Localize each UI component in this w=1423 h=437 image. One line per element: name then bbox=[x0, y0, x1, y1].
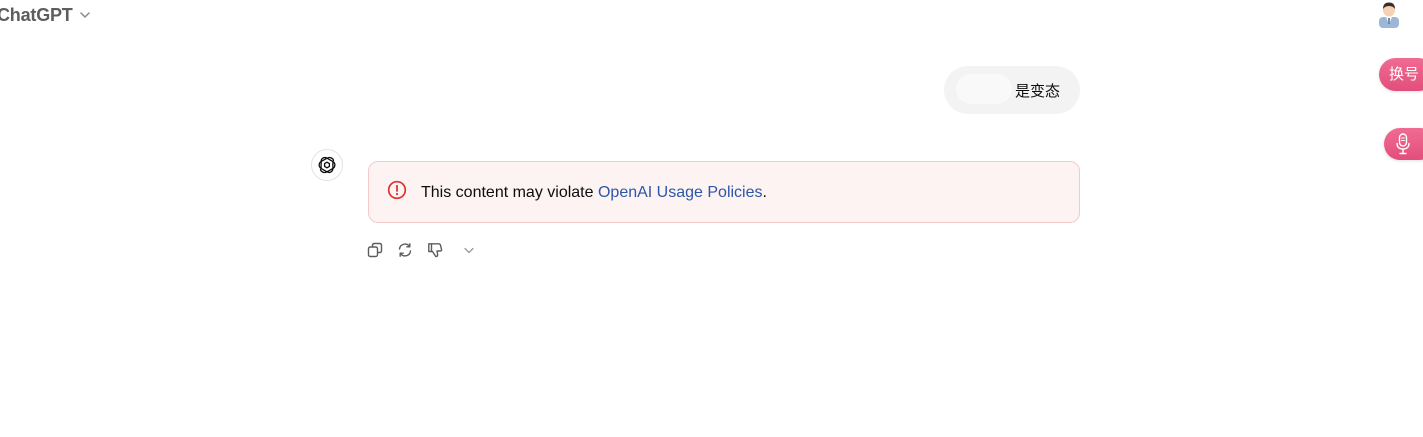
bad-response-button[interactable] bbox=[426, 241, 444, 259]
user-avatar-icon[interactable] bbox=[1376, 0, 1402, 28]
thumbs-down-icon bbox=[428, 243, 443, 258]
chat-page: ChatGPT 换号 是变态 This content may violate … bbox=[0, 0, 1423, 437]
model-switcher[interactable]: ChatGPT bbox=[0, 4, 91, 26]
policy-violation-alert: This content may violate OpenAI Usage Po… bbox=[368, 161, 1080, 223]
more-actions-button[interactable] bbox=[460, 241, 478, 259]
redacted-text bbox=[956, 74, 1012, 104]
chevron-down-icon bbox=[464, 247, 474, 254]
refresh-icon bbox=[398, 243, 412, 257]
info-circle-icon bbox=[387, 180, 407, 200]
alert-message: This content may violate OpenAI Usage Po… bbox=[421, 184, 767, 202]
alert-text-suffix: . bbox=[762, 184, 767, 201]
openai-logo-icon bbox=[318, 156, 336, 174]
microphone-button[interactable] bbox=[1384, 128, 1423, 160]
alert-text-prefix: This content may violate bbox=[421, 184, 598, 201]
switch-account-button[interactable]: 换号 bbox=[1379, 58, 1423, 91]
microphone-icon bbox=[1396, 133, 1410, 155]
copy-icon bbox=[367, 242, 383, 258]
assistant-avatar bbox=[311, 149, 343, 181]
user-message-text: 是变态 bbox=[1014, 83, 1060, 100]
regenerate-button[interactable] bbox=[396, 241, 414, 259]
copy-button[interactable] bbox=[366, 241, 384, 259]
usage-policies-link[interactable]: OpenAI Usage Policies bbox=[598, 184, 763, 201]
message-actions bbox=[366, 240, 478, 260]
user-message-bubble: 是变态 bbox=[944, 66, 1080, 114]
model-name: ChatGPT bbox=[0, 4, 73, 25]
chevron-down-icon bbox=[79, 12, 90, 18]
